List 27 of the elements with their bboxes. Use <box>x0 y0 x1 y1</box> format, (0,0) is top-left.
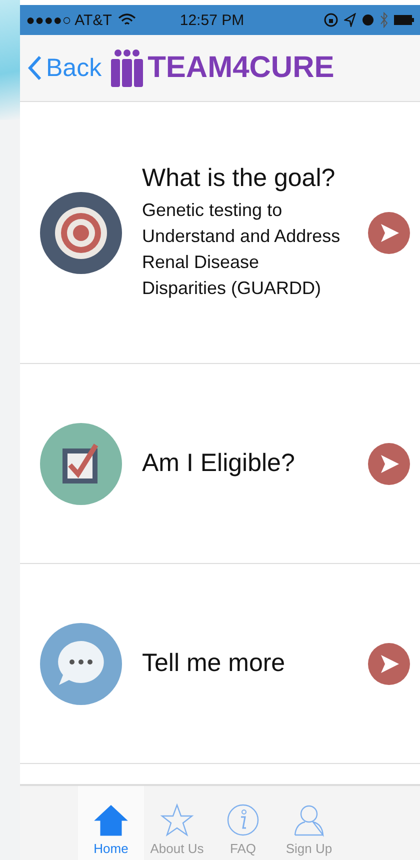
chevron-icon <box>28 55 42 81</box>
bluetooth-icon <box>380 12 388 28</box>
battery-icon <box>394 15 414 25</box>
brand-logo: TEAM4CURE <box>148 51 334 85</box>
rotation-lock-icon <box>324 13 338 27</box>
tab[interactable]: FAQ <box>210 786 276 860</box>
tab[interactable]: About Us <box>144 786 210 860</box>
people-logo-icon <box>110 49 144 87</box>
time-label: 12:57 PM <box>180 12 244 28</box>
star-icon <box>160 803 194 837</box>
location-icon <box>344 13 356 27</box>
wifi-icon <box>118 13 136 27</box>
info-icon <box>226 803 260 837</box>
chat-icon <box>40 622 122 704</box>
tab[interactable]: Home <box>78 786 144 860</box>
carrier-label: ●●●●○ AT&T <box>26 12 112 28</box>
menu-subtitle: Genetic testing to Understand and Address Renal Disease Disparities (GUARDD) <box>142 198 342 300</box>
tab[interactable]: Sign Up <box>276 786 342 860</box>
back-button[interactable]: Back <box>24 54 106 82</box>
menu-title: Am I Eligible? <box>142 449 296 478</box>
menu-title: Tell me more <box>142 649 286 678</box>
home-icon <box>94 803 128 837</box>
checkbox-icon <box>40 422 122 504</box>
menu-title: What is the goal? <box>142 164 336 193</box>
alarm-icon <box>362 14 374 26</box>
target-icon <box>40 192 122 274</box>
person-icon <box>292 803 326 837</box>
